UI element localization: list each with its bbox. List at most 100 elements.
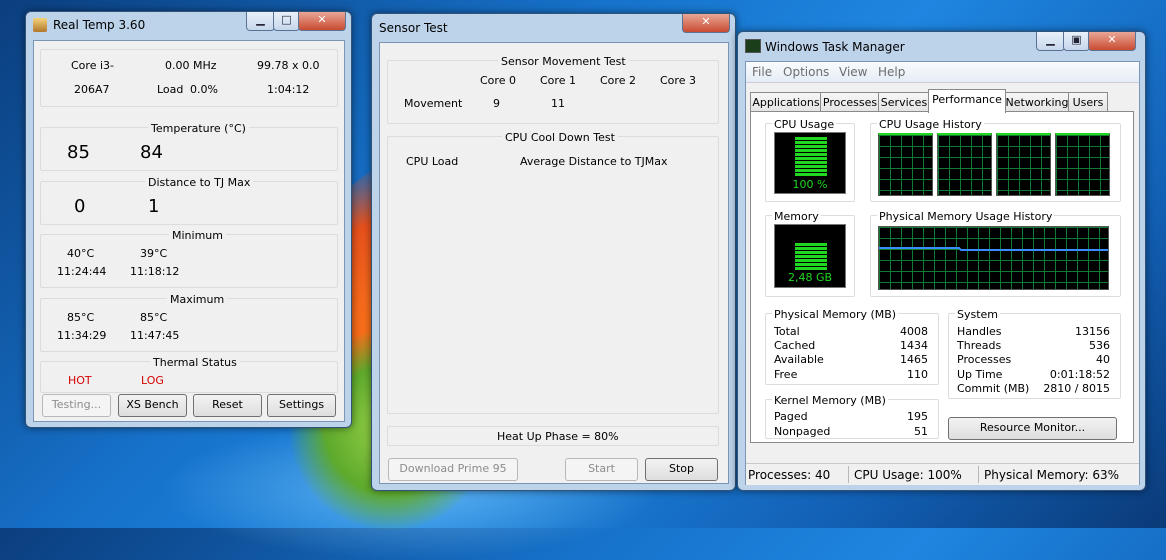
menu-view[interactable]: View [839,65,867,79]
realtemp-title: Real Temp 3.60 [53,18,146,32]
core0-min-time: 11:24:44 [57,265,107,278]
close-button[interactable]: ✕ [298,12,346,31]
cpu-mhz: 0.00 MHz [165,59,217,72]
maximize-icon: ▣ [1071,33,1082,46]
menu-bar: File Options View Help [746,62,1139,83]
usage-bar-segment [795,243,827,246]
download-prime95-button[interactable]: Download Prime 95 [388,458,518,481]
tab-services[interactable]: Services [878,92,930,112]
phys-available-label: Available [774,353,824,366]
cpu1-history-graph [937,133,992,196]
distance-header: Distance to TJ Max [145,176,254,189]
kernel-paged-label: Paged [774,410,808,423]
sys-commit-value: 2810 / 8015 [1043,382,1110,395]
core0-temperature: 85 [67,142,90,163]
cooldown-test-box: CPU Cool Down Test CPU Load Average Dist… [387,131,719,414]
cpu3-history-graph [1055,133,1110,196]
cpu-load-label: CPU Load [406,155,459,168]
phys-history-line [879,247,1108,251]
tab-performance[interactable]: Performance [928,89,1006,113]
menu-options[interactable]: Options [783,65,829,79]
sys-threads-value: 536 [1089,339,1110,352]
memory-box: Memory 2,48 GB [765,210,855,297]
sensor-test-titlebar[interactable]: Sensor Test ✕ [372,14,735,40]
task-manager-title: Windows Task Manager [765,40,905,54]
close-button[interactable]: ✕ [1088,32,1136,51]
cpu-multiplier: 99.78 x 0.0 [257,59,320,72]
sys-processes-label: Processes [957,353,1012,366]
tab-networking[interactable]: Networking [1004,92,1070,112]
sys-uptime-value: 0:01:18:52 [1049,368,1110,381]
thermal-status-box: Thermal Status HOT LOG [40,356,338,393]
minimize-icon: ▁ [1046,33,1055,46]
tab-applications[interactable]: Applications [750,92,822,112]
maximum-box: Maximum 85°C 85°C 11:34:29 11:47:45 [40,293,338,352]
task-manager-client: File Options View Help Applications Proc… [745,61,1140,485]
status-bar: Processes: 40 CPU Usage: 100% Physical M… [746,463,1139,485]
settings-button[interactable]: Settings [267,394,336,417]
usage-bar-segment [795,137,827,140]
realtemp-titlebar[interactable]: Real Temp 3.60 ▁ □ ✕ [26,12,351,38]
xs-bench-button[interactable]: XS Bench [118,394,187,417]
phys-free-label: Free [774,368,798,381]
testing-button[interactable]: Testing... [42,394,111,417]
stop-button[interactable]: Stop [645,458,718,481]
kernel-nonpaged-value: 51 [914,425,928,438]
close-icon: ✕ [317,13,327,26]
status-divider [978,466,979,483]
cpu2-history-graph [996,133,1051,196]
sys-commit-label: Commit (MB) [957,382,1030,395]
core0-min-temp: 40°C [67,247,95,260]
task-manager-titlebar[interactable]: Windows Task Manager ▁ ▣ ✕ [738,32,1145,58]
minimize-button[interactable]: ▁ [1036,32,1065,51]
cpu0-history-graph [878,133,933,196]
cpu-usage-box: CPU Usage 100 % [765,118,855,202]
core0-max-temp: 85°C [67,311,95,324]
close-icon: ✕ [701,15,711,28]
phase-box: Heat Up Phase = 80% [387,426,719,446]
minimize-button[interactable]: ▁ [246,12,275,31]
movement-test-header: Sensor Movement Test [498,55,629,68]
tab-users[interactable]: Users [1068,92,1108,112]
maximize-button[interactable]: □ [273,12,300,31]
task-manager-window: Windows Task Manager ▁ ▣ ✕ File Options … [737,31,1146,491]
close-button[interactable]: ✕ [682,14,730,33]
core1-distance: 1 [148,196,160,217]
phys-free-value: 110 [907,368,928,381]
maximize-icon: □ [281,13,292,26]
system-box: System Handles 13156 Threads 536 Process… [948,308,1121,399]
avg-distance-label: Average Distance to TJMax [520,155,668,168]
minimum-header: Minimum [169,229,226,242]
phys-available-value: 1465 [900,353,928,366]
usage-bar-segment [795,173,827,176]
core1-min-time: 11:18:12 [130,265,180,278]
tab-processes[interactable]: Processes [820,92,880,112]
cpu-usage-bar [795,136,827,176]
movement-test-box: Sensor Movement Test Core 0 Core 1 Core … [387,55,719,124]
usage-bar-segment [795,263,827,266]
movement-label: Movement [404,97,463,110]
phys-cached-value: 1434 [900,339,928,352]
minimum-box: Minimum 40°C 39°C 11:24:44 11:18:12 [40,229,338,288]
start-button[interactable]: Start [565,458,638,481]
menu-help[interactable]: Help [878,65,905,79]
core0-max-time: 11:34:29 [57,329,107,342]
minimize-icon: ▁ [256,13,265,26]
maximize-button[interactable]: ▣ [1063,32,1090,51]
heat-up-phase: Heat Up Phase = 80% [497,430,619,443]
core1-min-temp: 39°C [140,247,168,260]
reset-button[interactable]: Reset [193,394,262,417]
cpu-usage-value: 100 % [792,178,828,191]
menu-file[interactable]: File [752,65,772,79]
core1-max-temp: 85°C [140,311,168,324]
usage-bar-segment [795,259,827,262]
phys-total-value: 4008 [900,325,928,338]
status-physical-memory: Physical Memory: 63% [984,468,1120,482]
sys-threads-label: Threads [957,339,1002,352]
kernel-memory-header: Kernel Memory (MB) [772,394,888,407]
resource-monitor-button[interactable]: Resource Monitor... [948,417,1117,440]
status-divider [848,466,849,483]
usage-bar-segment [795,141,827,144]
cpu-history-box: CPU Usage History [870,118,1121,202]
usage-bar-segment [795,165,827,168]
